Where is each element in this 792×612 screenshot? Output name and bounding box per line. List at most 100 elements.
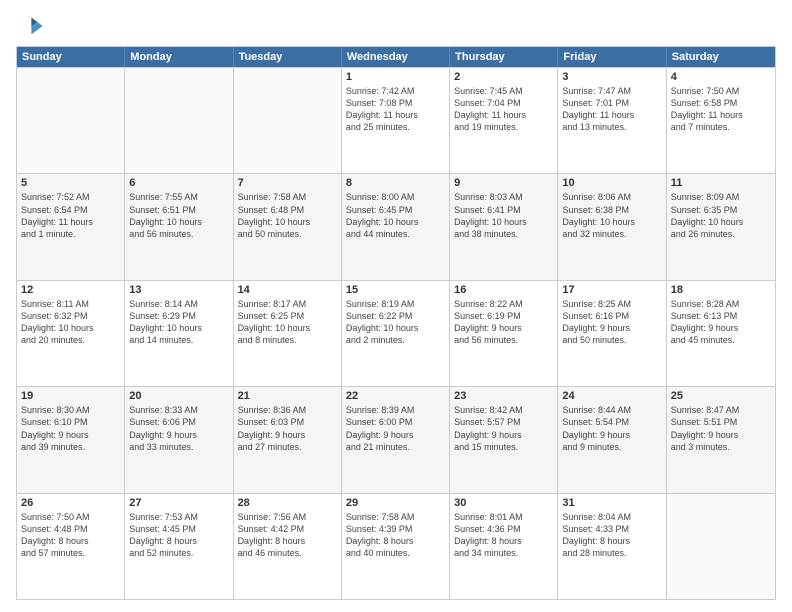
day-number: 11	[671, 177, 771, 189]
header-day-friday: Friday	[558, 47, 666, 67]
calendar-row-2: 5 Sunrise: 7:52 AMSunset: 6:54 PMDaylight…	[17, 173, 775, 279]
header-day-sunday: Sunday	[17, 47, 125, 67]
empty-cell	[17, 68, 125, 173]
day-info: Sunrise: 8:22 AMSunset: 6:19 PMDaylight:…	[454, 298, 553, 347]
empty-cell	[667, 494, 775, 599]
calendar-row-4: 19 Sunrise: 8:30 AMSunset: 6:10 PMDayligh…	[17, 386, 775, 492]
day-cell-23: 23 Sunrise: 8:42 AMSunset: 5:57 PMDayligh…	[450, 387, 558, 492]
empty-cell	[234, 68, 342, 173]
day-info: Sunrise: 8:47 AMSunset: 5:51 PMDaylight:…	[671, 404, 771, 453]
day-cell-30: 30 Sunrise: 8:01 AMSunset: 4:36 PMDayligh…	[450, 494, 558, 599]
day-cell-7: 7 Sunrise: 7:58 AMSunset: 6:48 PMDaylight…	[234, 174, 342, 279]
day-cell-9: 9Sunrise: 8:03 AMSunset: 6:41 PMDaylight…	[450, 174, 558, 279]
calendar-row-5: 26 Sunrise: 7:50 AMSunset: 4:48 PMDayligh…	[17, 493, 775, 599]
day-info: Sunrise: 8:19 AMSunset: 6:22 PMDaylight:…	[346, 298, 445, 347]
day-cell-21: 21Sunrise: 8:36 AMSunset: 6:03 PMDayligh…	[234, 387, 342, 492]
header-day-saturday: Saturday	[667, 47, 775, 67]
calendar-header: SundayMondayTuesdayWednesdayThursdayFrid…	[17, 47, 775, 67]
day-info: Sunrise: 7:58 AMSunset: 4:39 PMDaylight:…	[346, 511, 445, 560]
day-cell-1: 1 Sunrise: 7:42 AMSunset: 7:08 PMDaylight…	[342, 68, 450, 173]
day-number: 25	[671, 390, 771, 402]
day-info: Sunrise: 7:53 AMSunset: 4:45 PMDaylight:…	[129, 511, 228, 560]
day-info: Sunrise: 8:04 AMSunset: 4:33 PMDaylight:…	[562, 511, 661, 560]
day-number: 3	[562, 71, 661, 83]
header	[16, 12, 776, 40]
day-number: 1	[346, 71, 445, 83]
day-info: Sunrise: 8:25 AMSunset: 6:16 PMDaylight:…	[562, 298, 661, 347]
logo	[16, 12, 48, 40]
day-cell-6: 6Sunrise: 7:55 AMSunset: 6:51 PMDaylight…	[125, 174, 233, 279]
empty-cell	[125, 68, 233, 173]
day-number: 15	[346, 284, 445, 296]
day-cell-20: 20 Sunrise: 8:33 AMSunset: 6:06 PMDayligh…	[125, 387, 233, 492]
day-number: 5	[21, 177, 120, 189]
day-number: 23	[454, 390, 553, 402]
day-number: 14	[238, 284, 337, 296]
day-cell-24: 24 Sunrise: 8:44 AMSunset: 5:54 PMDayligh…	[558, 387, 666, 492]
logo-icon	[16, 12, 44, 40]
day-number: 16	[454, 284, 553, 296]
day-number: 20	[129, 390, 228, 402]
calendar: SundayMondayTuesdayWednesdayThursdayFrid…	[16, 46, 776, 600]
day-number: 27	[129, 497, 228, 509]
day-info: Sunrise: 8:42 AMSunset: 5:57 PMDaylight:…	[454, 404, 553, 453]
day-number: 13	[129, 284, 228, 296]
day-number: 26	[21, 497, 120, 509]
day-info: Sunrise: 7:52 AMSunset: 6:54 PMDaylight:…	[21, 191, 120, 240]
day-info: Sunrise: 7:50 AMSunset: 4:48 PMDaylight:…	[21, 511, 120, 560]
day-cell-17: 17 Sunrise: 8:25 AMSunset: 6:16 PMDayligh…	[558, 281, 666, 386]
header-day-wednesday: Wednesday	[342, 47, 450, 67]
calendar-row-1: 1 Sunrise: 7:42 AMSunset: 7:08 PMDaylight…	[17, 67, 775, 173]
calendar-body: 1 Sunrise: 7:42 AMSunset: 7:08 PMDaylight…	[17, 67, 775, 599]
day-number: 10	[562, 177, 661, 189]
day-cell-31: 31 Sunrise: 8:04 AMSunset: 4:33 PMDayligh…	[558, 494, 666, 599]
day-info: Sunrise: 7:45 AMSunset: 7:04 PMDaylight:…	[454, 85, 553, 134]
day-number: 29	[346, 497, 445, 509]
day-info: Sunrise: 8:33 AMSunset: 6:06 PMDaylight:…	[129, 404, 228, 453]
day-number: 4	[671, 71, 771, 83]
day-number: 22	[346, 390, 445, 402]
day-number: 9	[454, 177, 553, 189]
day-info: Sunrise: 8:44 AMSunset: 5:54 PMDaylight:…	[562, 404, 661, 453]
day-info: Sunrise: 8:06 AMSunset: 6:38 PMDaylight:…	[562, 191, 661, 240]
day-number: 12	[21, 284, 120, 296]
day-cell-22: 22Sunrise: 8:39 AMSunset: 6:00 PMDayligh…	[342, 387, 450, 492]
day-cell-27: 27 Sunrise: 7:53 AMSunset: 4:45 PMDayligh…	[125, 494, 233, 599]
day-info: Sunrise: 7:47 AMSunset: 7:01 PMDaylight:…	[562, 85, 661, 134]
day-cell-2: 2Sunrise: 7:45 AMSunset: 7:04 PMDaylight…	[450, 68, 558, 173]
day-number: 30	[454, 497, 553, 509]
day-cell-13: 13Sunrise: 8:14 AMSunset: 6:29 PMDayligh…	[125, 281, 233, 386]
day-number: 19	[21, 390, 120, 402]
day-cell-18: 18Sunrise: 8:28 AMSunset: 6:13 PMDayligh…	[667, 281, 775, 386]
day-info: Sunrise: 8:28 AMSunset: 6:13 PMDaylight:…	[671, 298, 771, 347]
day-cell-11: 11 Sunrise: 8:09 AMSunset: 6:35 PMDayligh…	[667, 174, 775, 279]
day-number: 17	[562, 284, 661, 296]
header-day-tuesday: Tuesday	[234, 47, 342, 67]
day-number: 31	[562, 497, 661, 509]
day-cell-15: 15 Sunrise: 8:19 AMSunset: 6:22 PMDayligh…	[342, 281, 450, 386]
day-number: 24	[562, 390, 661, 402]
day-info: Sunrise: 8:17 AMSunset: 6:25 PMDaylight:…	[238, 298, 337, 347]
day-cell-26: 26 Sunrise: 7:50 AMSunset: 4:48 PMDayligh…	[17, 494, 125, 599]
day-number: 7	[238, 177, 337, 189]
day-cell-12: 12 Sunrise: 8:11 AMSunset: 6:32 PMDayligh…	[17, 281, 125, 386]
day-info: Sunrise: 8:01 AMSunset: 4:36 PMDaylight:…	[454, 511, 553, 560]
day-info: Sunrise: 8:11 AMSunset: 6:32 PMDaylight:…	[21, 298, 120, 347]
day-info: Sunrise: 8:36 AMSunset: 6:03 PMDaylight:…	[238, 404, 337, 453]
day-cell-29: 29 Sunrise: 7:58 AMSunset: 4:39 PMDayligh…	[342, 494, 450, 599]
header-day-thursday: Thursday	[450, 47, 558, 67]
header-day-monday: Monday	[125, 47, 233, 67]
day-info: Sunrise: 7:42 AMSunset: 7:08 PMDaylight:…	[346, 85, 445, 134]
day-number: 8	[346, 177, 445, 189]
day-info: Sunrise: 8:09 AMSunset: 6:35 PMDaylight:…	[671, 191, 771, 240]
day-cell-10: 10 Sunrise: 8:06 AMSunset: 6:38 PMDayligh…	[558, 174, 666, 279]
day-info: Sunrise: 7:58 AMSunset: 6:48 PMDaylight:…	[238, 191, 337, 240]
day-info: Sunrise: 8:30 AMSunset: 6:10 PMDaylight:…	[21, 404, 120, 453]
day-number: 28	[238, 497, 337, 509]
day-cell-8: 8 Sunrise: 8:00 AMSunset: 6:45 PMDaylight…	[342, 174, 450, 279]
day-info: Sunrise: 7:50 AMSunset: 6:58 PMDaylight:…	[671, 85, 771, 134]
day-cell-3: 3 Sunrise: 7:47 AMSunset: 7:01 PMDaylight…	[558, 68, 666, 173]
day-cell-28: 28Sunrise: 7:56 AMSunset: 4:42 PMDayligh…	[234, 494, 342, 599]
page: SundayMondayTuesdayWednesdayThursdayFrid…	[0, 0, 792, 612]
day-info: Sunrise: 8:00 AMSunset: 6:45 PMDaylight:…	[346, 191, 445, 240]
